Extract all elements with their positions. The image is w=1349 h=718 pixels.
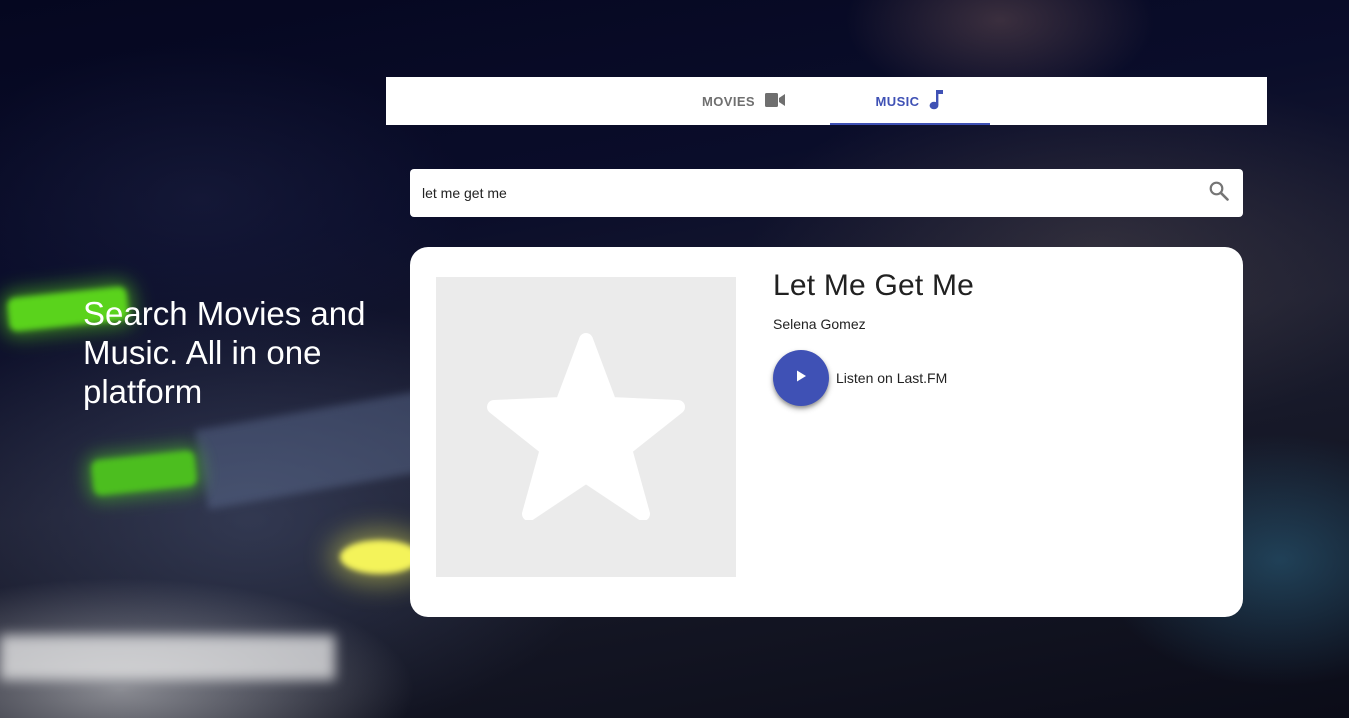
hero-tagline: Search Movies and Music. All in one plat… (83, 295, 366, 410)
search-bar (410, 169, 1243, 217)
tab-music-label: MUSIC (875, 93, 920, 109)
result-card: Let Me Get Me Selena Gomez Listen on Las… (410, 247, 1243, 617)
play-button[interactable] (773, 350, 829, 406)
album-cover-placeholder (436, 277, 736, 577)
video-camera-icon (764, 92, 785, 110)
tab-movies[interactable]: MOVIES (664, 77, 824, 125)
search-button[interactable] (1195, 169, 1243, 217)
track-artist: Selena Gomez (773, 316, 866, 332)
tab-movies-label: MOVIES (702, 93, 755, 109)
track-info: Let Me Get Me Selena Gomez Listen on Las… (773, 267, 974, 406)
search-input[interactable] (410, 169, 1195, 217)
listen-on-lastfm-link[interactable]: Listen on Last.FM (836, 370, 947, 386)
search-icon (1209, 181, 1229, 206)
listen-row: Listen on Last.FM (773, 350, 974, 406)
play-icon (794, 369, 808, 388)
tab-music[interactable]: MUSIC (829, 77, 990, 125)
star-icon (486, 330, 686, 525)
music-note-icon (929, 89, 944, 113)
category-tabs: MOVIES MUSIC (386, 77, 1267, 125)
track-title: Let Me Get Me (773, 269, 975, 302)
